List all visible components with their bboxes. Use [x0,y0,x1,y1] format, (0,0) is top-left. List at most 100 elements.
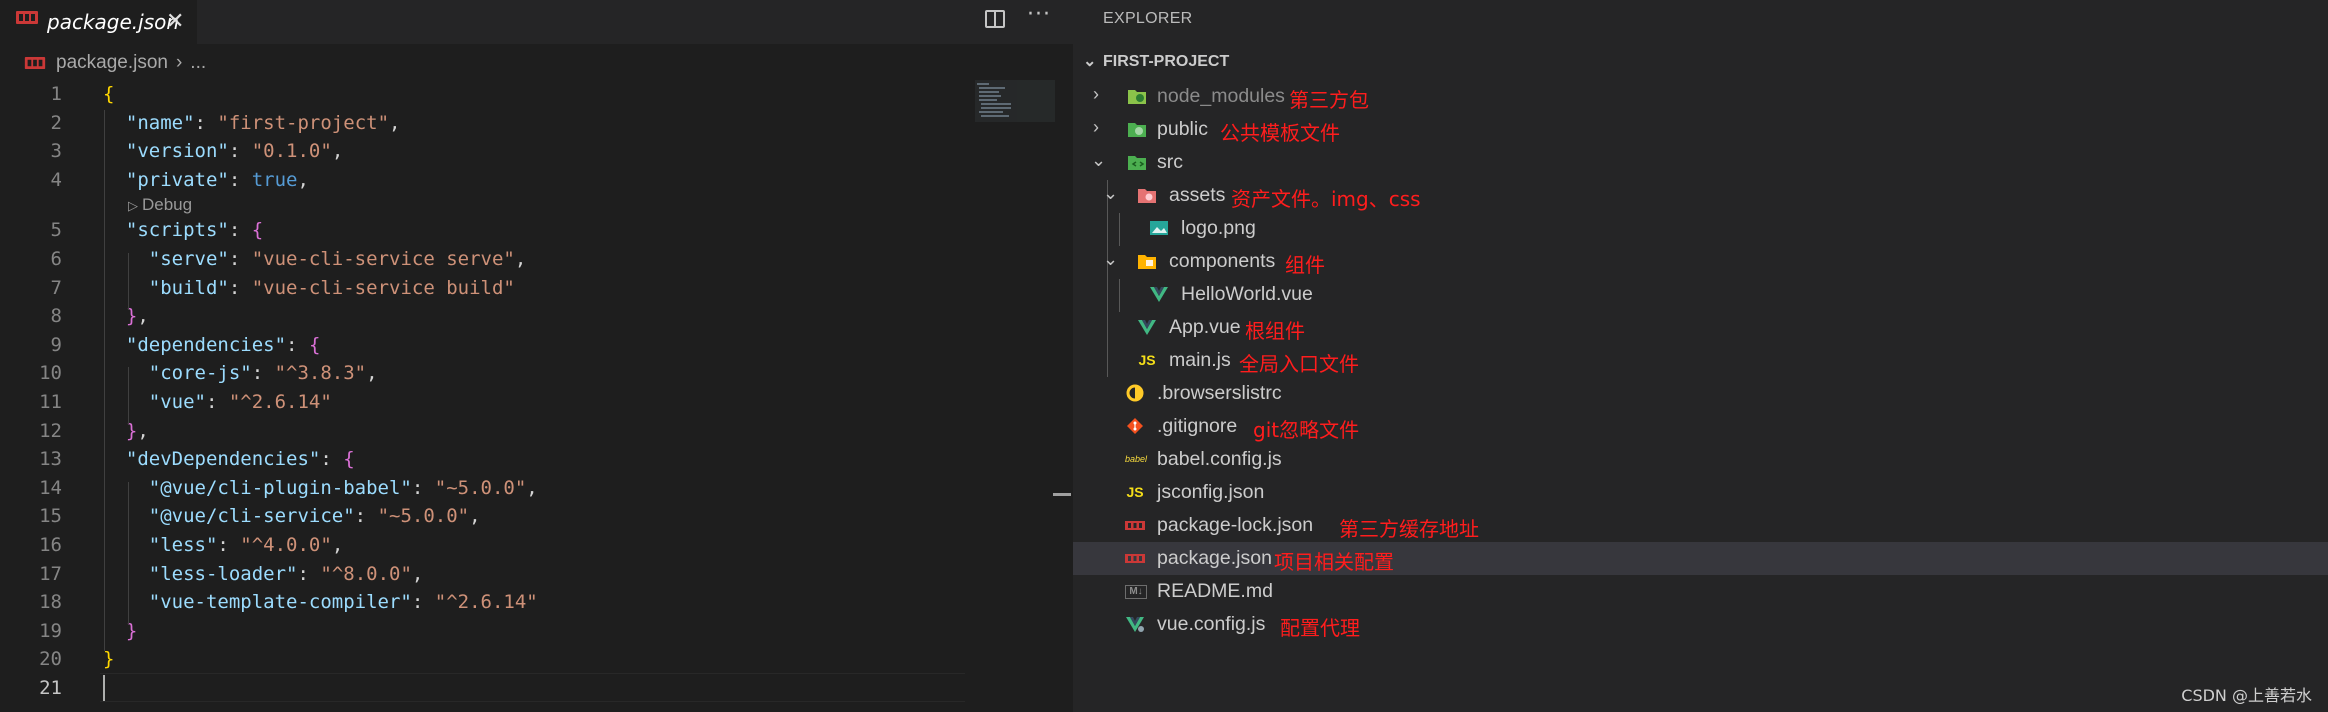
play-icon: ▷ [128,198,138,214]
explorer-title: EXPLORER [1103,10,1193,27]
tree-item-src[interactable]: ⌄ src [1073,146,2328,179]
indent-guide [128,367,129,424]
tree-item-node-modules[interactable]: › node_modules 第三方包 [1073,80,2328,113]
code-area[interactable]: 1{ 2 "name": "first-project", 3 "version… [0,80,1060,702]
tree-item-label: README.md [1157,580,1273,602]
tree-item-main-js[interactable]: JS main.js 全局入口文件 [1073,344,2328,377]
code-token: true [251,168,298,191]
code-token: "^2.6.14" [228,390,332,413]
explorer-panel: EXPLORER ⌄ FIRST-PROJECT › node_modules … [1073,0,2328,712]
chevron-down-icon: ⌄ [1103,183,1119,203]
code-token: "private" [125,168,229,191]
code-token: "scripts" [125,219,229,242]
code-token: "~5.0.0" [377,505,470,528]
tree-item-logo-png[interactable]: logo.png [1073,212,2328,245]
tree-item-gitignore[interactable]: .gitignore git忽略文件 [1073,410,2328,443]
code-token: "@vue/cli-service" [148,505,355,528]
babel-icon: babel [1125,454,1148,464]
tree-item-package-lock[interactable]: package-lock.json 第三方缓存地址 [1073,509,2328,542]
line-number: 3 [50,140,62,163]
code-token: "vue-template-compiler" [148,591,412,614]
editor-pane: package.json ✕ ··· package.json ›... 1 { 2… [0,0,1073,712]
code-token: "serve" [148,247,229,270]
code-token: "^3.8.3" [274,362,367,385]
annotation-note: 配置代理 [1280,616,1360,640]
tree-item-assets[interactable]: ⌄ assets 资产文件。img、css [1073,179,2328,212]
more-actions-icon[interactable]: ··· [1027,2,1051,27]
annotation-note: 项目相关配置 [1274,550,1394,574]
code-token: "~5.0.0" [434,476,527,499]
tree-item-app-vue[interactable]: App.vue 根组件 [1073,311,2328,344]
tree-item-label: jsconfig.json [1157,481,1265,503]
tree-item-package-json[interactable]: package.json 项目相关配置 [1073,542,2328,575]
tree-item-components[interactable]: ⌄ components 组件 [1073,245,2328,278]
annotation-note: 组件 [1285,253,1325,277]
npm-icon [16,11,38,24]
tree-item-label: vue.config.js [1157,613,1266,635]
annotation-note: 第三方缓存地址 [1339,517,1479,541]
scrollbar-position-marker[interactable] [1053,493,1071,496]
text-cursor [103,675,105,701]
line-number: 17 [39,562,62,585]
assets-folder-icon [1138,189,1156,203]
line-number: 15 [39,505,62,528]
line-number: 19 [39,619,62,642]
annotation-note: 资产文件。img、css [1231,187,1421,211]
watermark: CSDN @上善若水 [2181,686,2312,705]
annotation-note: 根组件 [1245,319,1305,343]
tree-item-label: main.js [1169,349,1231,371]
tree-item-babel-config[interactable]: babel babel.config.js [1073,443,2328,476]
breadcrumb-file[interactable]: package.json [56,52,168,73]
code-token: "vue-cli-service serve" [251,247,515,270]
breadcrumb-symbol[interactable]: ... [190,52,206,73]
code-token: { [308,333,321,356]
tab-package-json[interactable]: package.json ✕ [0,0,197,44]
project-name: FIRST-PROJECT [1103,53,1230,70]
indent-guide [128,253,129,310]
line-number: 9 [50,333,62,356]
close-icon[interactable]: ✕ [166,9,184,34]
indent-guide [128,482,129,624]
tree-item-label: node_modules [1157,85,1285,107]
tree-item-vue-config[interactable]: vue.config.js 配置代理 [1073,608,2328,641]
split-editor-icon[interactable] [985,10,1005,28]
debug-codelens[interactable]: ▷ Debug [0,194,1060,216]
markdown-icon: M↓ [1125,585,1147,599]
code-token: "name" [125,111,195,134]
line-number: 11 [39,390,62,413]
line-number: 16 [39,533,62,556]
tree-item-label: logo.png [1181,217,1256,239]
vue-config-icon [1126,617,1144,632]
line-number: 10 [39,362,62,385]
code-token: "vue" [148,390,206,413]
line-number: 18 [39,591,62,614]
tab-title: package.json [47,10,180,34]
code-token: "^8.0.0" [320,562,412,585]
chevron-right-icon: › [175,52,183,73]
tree-item-browserslistrc[interactable]: .browserslistrc [1073,377,2328,410]
image-icon [1150,221,1168,235]
annotation-note: git忽略文件 [1253,418,1360,442]
tree-item-public[interactable]: › public 公共模板文件 [1073,113,2328,146]
tree-item-helloworld-vue[interactable]: HelloWorld.vue [1073,278,2328,311]
code-token: "first-project" [217,111,390,134]
code-token: { [343,448,355,471]
code-token: "^4.0.0" [240,533,332,556]
tree-item-label: .browserslistrc [1157,382,1282,404]
line-number: 8 [50,305,62,328]
tree-item-label: HelloWorld.vue [1181,283,1313,305]
chevron-right-icon: › [1093,117,1099,137]
code-token: "version" [125,140,229,163]
tree-item-jsconfig[interactable]: JS jsconfig.json [1073,476,2328,509]
line-number: 6 [50,247,62,270]
line-number: 12 [39,419,62,442]
breadcrumb: package.json ›... [24,52,206,76]
line-number: 2 [50,111,62,134]
code-token: "^2.6.14" [434,591,538,614]
vue-icon [1150,287,1168,302]
chevron-down-icon: ⌄ [1091,150,1107,170]
minimap[interactable] [975,80,1055,122]
tree-item-label: components [1169,250,1276,272]
tree-item-readme[interactable]: M↓ README.md [1073,575,2328,608]
code-token: { [251,219,264,242]
